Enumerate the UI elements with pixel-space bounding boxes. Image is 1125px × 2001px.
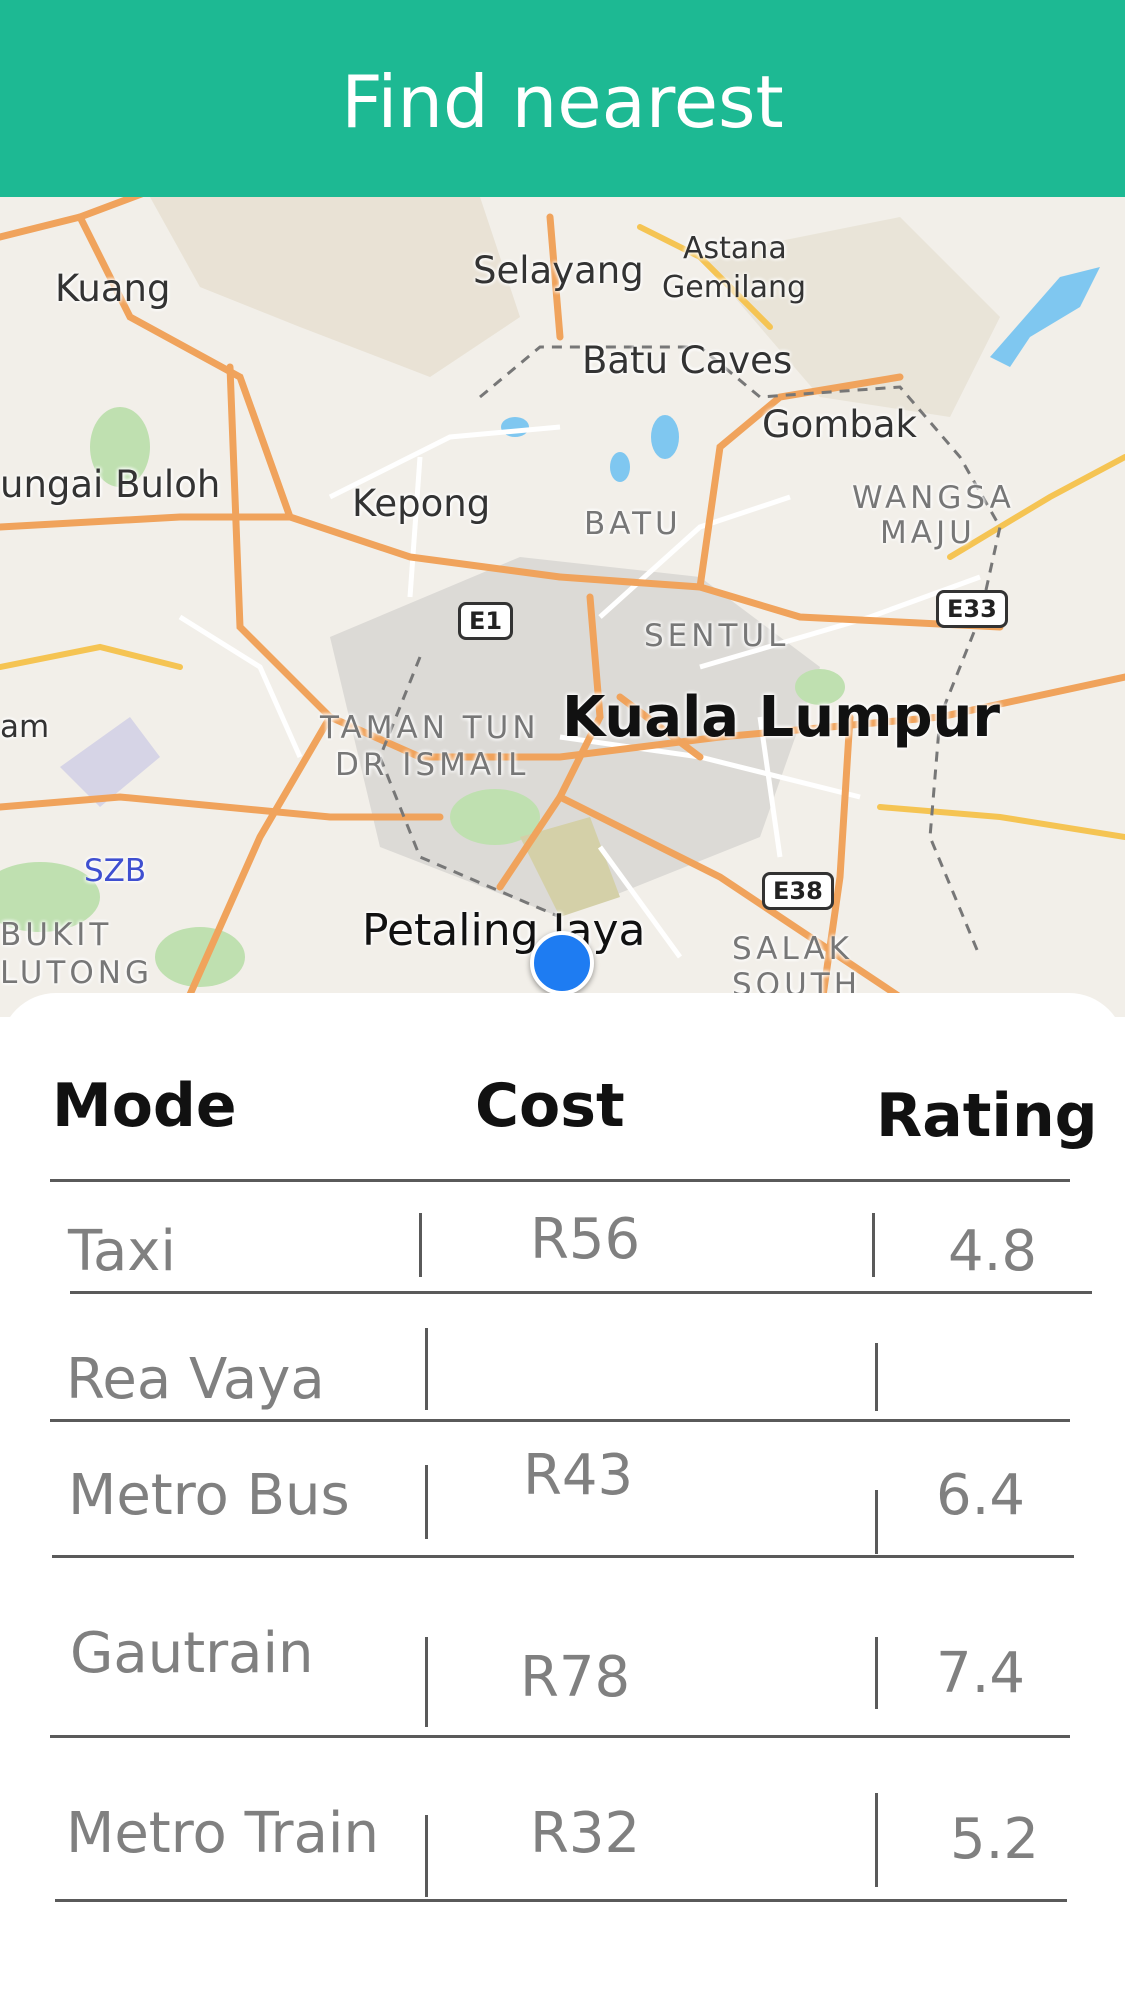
- map-label-dr-ismail: DR ISMAIL: [335, 747, 530, 783]
- column-divider: [875, 1490, 878, 1554]
- map-label-maju: MAJU: [880, 515, 976, 551]
- map-label-bukit: BUKIT: [0, 917, 113, 953]
- map-label-taman-tun: TAMAN TUN: [320, 710, 540, 746]
- highway-shield-e38: E38: [762, 872, 834, 910]
- column-divider: [425, 1815, 428, 1897]
- map-label-sentul: SENTUL: [644, 618, 790, 654]
- column-divider: [875, 1637, 878, 1709]
- map-label-sungai-buloh: ungai Buloh: [0, 463, 221, 506]
- row-taxi-rating: 4.8: [948, 1219, 1038, 1284]
- map-label-gombak: Gombak: [762, 403, 917, 446]
- row-divider: [52, 1555, 1074, 1558]
- row-gautrain-mode: Gautrain: [70, 1621, 314, 1686]
- map-label-wangsa: WANGSA: [852, 480, 1015, 516]
- highway-shield-e33: E33: [936, 590, 1008, 628]
- column-divider: [425, 1637, 428, 1727]
- row-divider: [55, 1899, 1067, 1902]
- map-label-salak: SALAK: [732, 931, 853, 967]
- row-gautrain-cost: R78: [520, 1645, 631, 1710]
- row-taxi-mode: Taxi: [68, 1219, 176, 1284]
- map-label-astana: Astana: [683, 231, 787, 266]
- map-label-selayang: Selayang: [473, 249, 644, 292]
- row-metro-bus-rating: 6.4: [936, 1463, 1026, 1528]
- map-label-gemilang: Gemilang: [662, 270, 807, 305]
- row-rea-vaya-mode: Rea Vaya: [66, 1347, 325, 1412]
- highway-shield-e1: E1: [458, 602, 514, 640]
- column-divider: [872, 1213, 875, 1277]
- header-mode: Mode: [52, 1071, 237, 1141]
- map-label-kuang: Kuang: [55, 267, 171, 310]
- row-metro-train-cost: R32: [530, 1801, 641, 1866]
- row-divider: [50, 1735, 1070, 1738]
- map-label-lutong: LUTONG: [0, 955, 153, 991]
- map-label-kepong: Kepong: [352, 482, 491, 525]
- results-sheet: Mode Cost Rating Taxi R56 4.8 Rea Vaya M…: [0, 993, 1125, 2001]
- column-divider: [425, 1465, 428, 1539]
- app-bar: Find nearest: [0, 0, 1125, 197]
- map-label-batu: BATU: [584, 506, 682, 542]
- map-label-batu-caves: Batu Caves: [582, 339, 793, 382]
- row-divider: [70, 1291, 1092, 1294]
- header-divider: [50, 1179, 1070, 1182]
- map-view[interactable]: Kuang Selayang Astana Gemilang Batu Cave…: [0, 197, 1125, 1046]
- row-divider: [50, 1419, 1070, 1422]
- map-label-szb: SZB: [84, 853, 147, 889]
- current-location-dot[interactable]: [530, 931, 594, 995]
- column-divider: [425, 1328, 428, 1410]
- row-metro-bus-mode: Metro Bus: [68, 1463, 350, 1528]
- row-metro-bus-cost: R43: [523, 1443, 634, 1508]
- header-cost: Cost: [475, 1071, 625, 1141]
- map-label-petaling-jaya: Petaling Jaya: [362, 905, 646, 956]
- row-taxi-cost: R56: [530, 1207, 641, 1272]
- row-gautrain-rating: 7.4: [936, 1641, 1026, 1706]
- header-rating: Rating: [876, 1081, 1098, 1151]
- column-divider: [875, 1793, 878, 1887]
- page-title: Find nearest: [341, 60, 784, 144]
- row-metro-train-rating: 5.2: [950, 1807, 1040, 1872]
- map-label-am: am: [0, 709, 50, 745]
- column-divider: [875, 1343, 878, 1411]
- row-metro-train-mode: Metro Train: [66, 1801, 379, 1866]
- column-divider: [419, 1213, 422, 1277]
- map-label-kuala-lumpur: Kuala Lumpur: [562, 685, 1001, 750]
